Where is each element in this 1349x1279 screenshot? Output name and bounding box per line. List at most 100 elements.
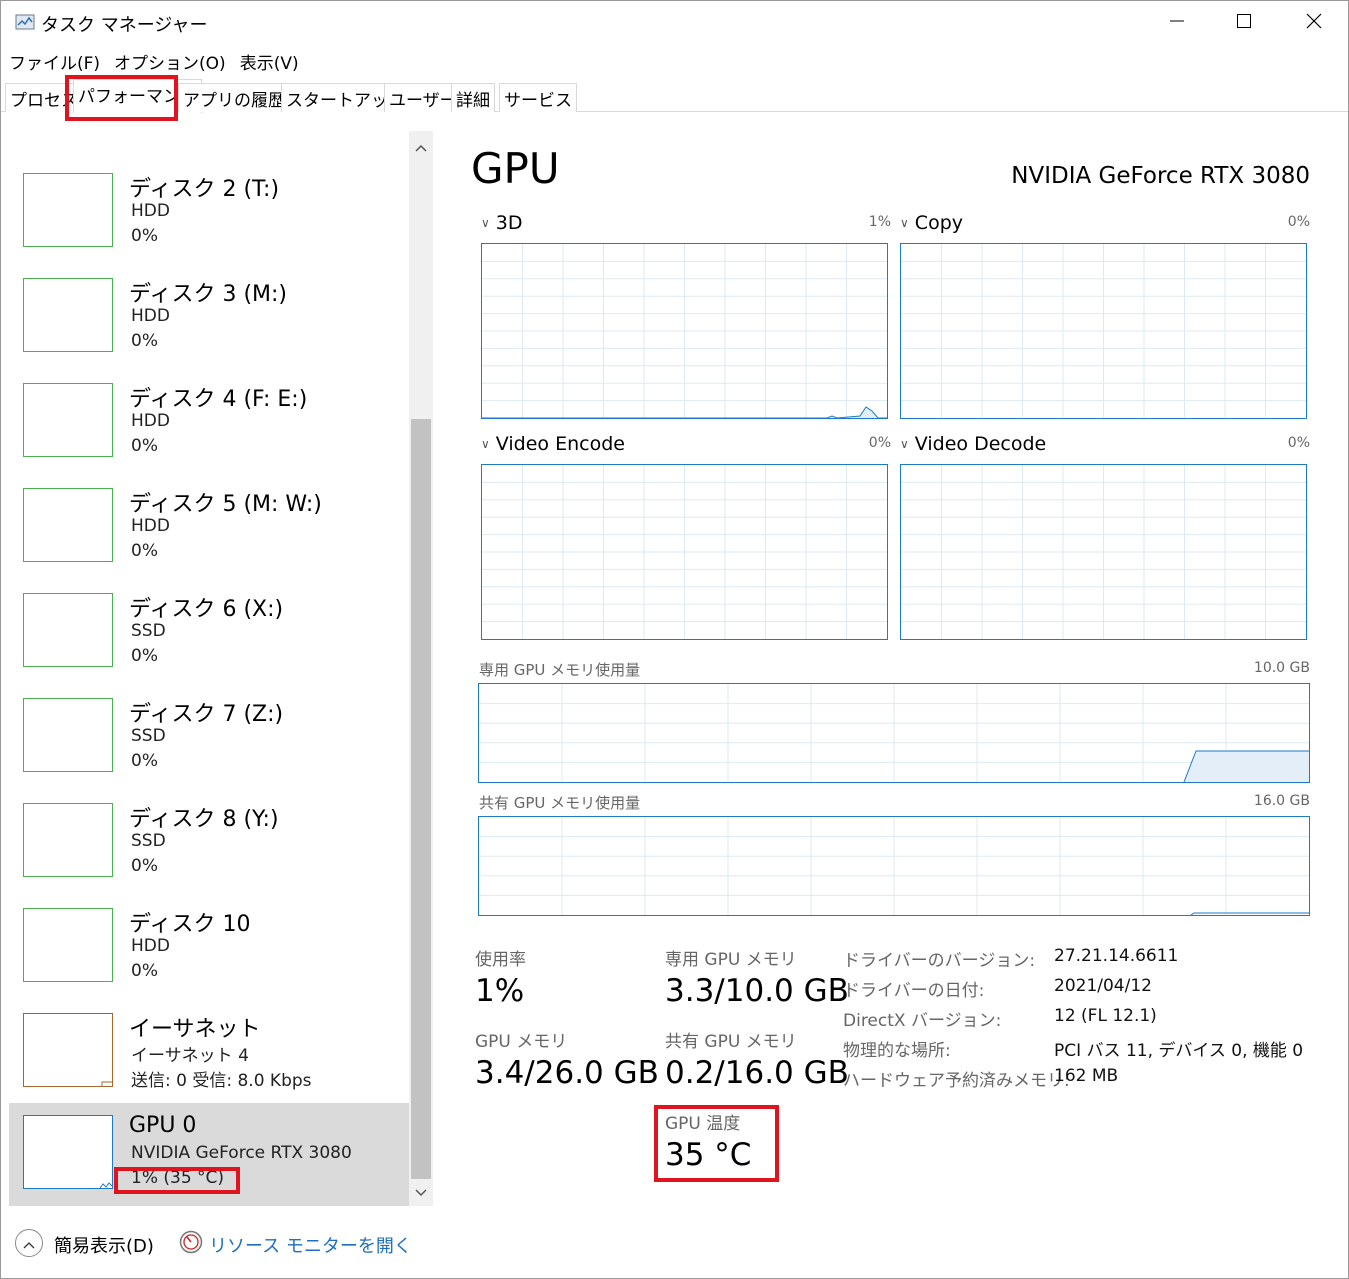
tab-processes[interactable]: プロセス	[5, 83, 83, 112]
gpu-memory-label: GPU メモリ	[475, 1032, 568, 1052]
engine-label-copy[interactable]: ∨ Copy	[900, 212, 963, 234]
list-item-gpu-0[interactable]: GPU 0 NVIDIA GeForce RTX 3080 1% (35 °C)	[9, 1103, 409, 1206]
close-button[interactable]	[1279, 1, 1349, 45]
item-title: イーサネット	[129, 1017, 261, 1042]
shared-memory-line	[1190, 912, 1309, 915]
driver-version-value: 27.21.14.6611	[1054, 946, 1179, 966]
menu-options[interactable]: オプション(O)	[114, 47, 226, 75]
item-type: HDD	[131, 516, 170, 536]
menu-view[interactable]: 表示(V)	[240, 47, 299, 75]
engine-label-3d[interactable]: ∨ 3D	[481, 212, 523, 234]
item-type: HDD	[131, 201, 170, 221]
dedicated-memory-label: 専用 GPU メモリ	[665, 950, 797, 970]
shared-memory-value: 0.2/16.0 GB	[665, 1055, 849, 1091]
maximize-button[interactable]	[1209, 1, 1279, 45]
chevron-down-icon	[415, 1182, 427, 1201]
maximize-icon	[1236, 13, 1252, 33]
chevron-up-icon	[415, 137, 427, 156]
physical-location-value: PCI バス 11, デバイス 0, 機能 0	[1054, 1041, 1304, 1061]
graph-3d-line	[482, 406, 887, 418]
graph-grid	[901, 244, 1306, 418]
list-item-disk-2[interactable]: ディスク 2 (T:) HDD 0%	[9, 161, 409, 266]
item-value: 0%	[131, 226, 158, 246]
disk-thumbnail	[23, 908, 113, 982]
disk-thumbnail	[23, 803, 113, 877]
page-title: GPU	[471, 144, 560, 193]
engine-name: Copy	[914, 212, 963, 234]
ethernet-thumbnail	[23, 1013, 113, 1087]
item-title: ディスク 8 (Y:)	[129, 807, 279, 832]
gpu-temperature-label: GPU 温度	[665, 1114, 741, 1134]
menu-file[interactable]: ファイル(F)	[9, 47, 100, 75]
disk-thumbnail	[23, 383, 113, 457]
engine-percent-video-decode: 0%	[1287, 435, 1310, 451]
list-item-disk-8[interactable]: ディスク 8 (Y:) SSD 0%	[9, 791, 409, 896]
item-value: 送信: 0 受信: 8.0 Kbps	[131, 1071, 312, 1091]
item-type: HDD	[131, 411, 170, 431]
tab-app-history[interactable]: アプリの履歴	[178, 83, 290, 112]
disk-thumbnail	[23, 698, 113, 772]
item-title: GPU 0	[129, 1113, 197, 1138]
list-item-disk-5[interactable]: ディスク 5 (M: W:) HDD 0%	[9, 476, 409, 581]
engine-name: 3D	[495, 212, 523, 234]
graph-video-encode	[481, 464, 888, 640]
list-item-disk-3[interactable]: ディスク 3 (M:) HDD 0%	[9, 266, 409, 371]
gpu-model-name: NVIDIA GeForce RTX 3080	[1011, 163, 1310, 189]
chevron-down-icon: ∨	[900, 216, 909, 230]
item-value: 0%	[131, 436, 158, 456]
tab-services[interactable]: サービス	[499, 83, 577, 112]
resource-list: 0% ディスク 2 (T:) HDD 0% ディスク 3 (M:) HDD 0%…	[9, 131, 409, 1206]
scroll-thumb[interactable]	[411, 419, 431, 1179]
item-value: 0%	[131, 751, 158, 771]
gpu-temperature-value: 35 °C	[665, 1137, 752, 1173]
chevron-down-icon: ∨	[481, 437, 490, 451]
fewer-details-button[interactable]	[15, 1229, 43, 1257]
chevron-down-icon: ∨	[900, 437, 909, 451]
driver-date-value: 2021/04/12	[1054, 976, 1152, 996]
engine-percent-video-encode: 0%	[868, 435, 891, 451]
close-icon	[1306, 13, 1322, 33]
list-item-disk-4[interactable]: ディスク 4 (F: E:) HDD 0%	[9, 371, 409, 476]
list-item-disk-6[interactable]: ディスク 6 (X:) SSD 0%	[9, 581, 409, 686]
dedicated-memory-value: 3.3/10.0 GB	[665, 973, 849, 1009]
list-item-partial[interactable]: 0%	[9, 131, 409, 141]
graph-3d	[481, 243, 888, 419]
scroll-down-button[interactable]	[409, 1176, 433, 1206]
fewer-details-label[interactable]: 簡易表示(D)	[54, 1232, 154, 1258]
item-title: ディスク 3 (M:)	[129, 282, 288, 307]
minimize-icon	[1169, 13, 1185, 33]
open-resource-monitor-link[interactable]: リソース モニターを開く	[209, 1232, 412, 1258]
item-value: 0%	[131, 331, 158, 351]
engine-name: Video Encode	[495, 433, 625, 455]
item-value: 0%	[131, 646, 158, 666]
physical-location-label: 物理的な場所:	[843, 1041, 951, 1061]
dedicated-memory-graph-label: 専用 GPU メモリ使用量	[479, 661, 641, 679]
item-type: SSD	[131, 831, 166, 851]
list-scrollbar[interactable]	[409, 131, 433, 1206]
footer: 簡易表示(D) リソース モニターを開く	[1, 1221, 1348, 1271]
shared-memory-graph-label: 共有 GPU メモリ使用量	[479, 794, 641, 812]
disk-thumbnail	[23, 278, 113, 352]
item-title: ディスク 7 (Z:)	[129, 702, 284, 727]
minimize-button[interactable]	[1142, 1, 1212, 45]
graph-copy	[900, 243, 1307, 419]
scroll-up-button[interactable]	[409, 131, 433, 161]
item-title: ディスク 6 (X:)	[129, 597, 284, 622]
engine-label-video-decode[interactable]: ∨ Video Decode	[900, 433, 1046, 455]
item-value: 1% (35 °C)	[131, 1168, 225, 1188]
chevron-up-icon	[23, 1234, 35, 1253]
engine-percent-copy: 0%	[1287, 214, 1310, 230]
list-item-ethernet[interactable]: イーサネット イーサネット 4 送信: 0 受信: 8.0 Kbps	[9, 1001, 409, 1106]
tab-details[interactable]: 詳細	[451, 83, 495, 112]
menu-bar: ファイル(F) オプション(O) 表示(V)	[1, 47, 299, 75]
item-value: 0%	[131, 961, 158, 981]
item-type: HDD	[131, 936, 170, 956]
shared-memory-label: 共有 GPU メモリ	[665, 1032, 797, 1052]
directx-version-value: 12 (FL 12.1)	[1054, 1006, 1157, 1026]
list-item-disk-10[interactable]: ディスク 10 HDD 0%	[9, 896, 409, 1001]
engine-label-video-encode[interactable]: ∨ Video Encode	[481, 433, 625, 455]
item-title: ディスク 4 (F: E:)	[129, 387, 308, 412]
chevron-down-icon: ∨	[481, 216, 490, 230]
usage-value: 1%	[475, 973, 525, 1009]
list-item-disk-7[interactable]: ディスク 7 (Z:) SSD 0%	[9, 686, 409, 791]
